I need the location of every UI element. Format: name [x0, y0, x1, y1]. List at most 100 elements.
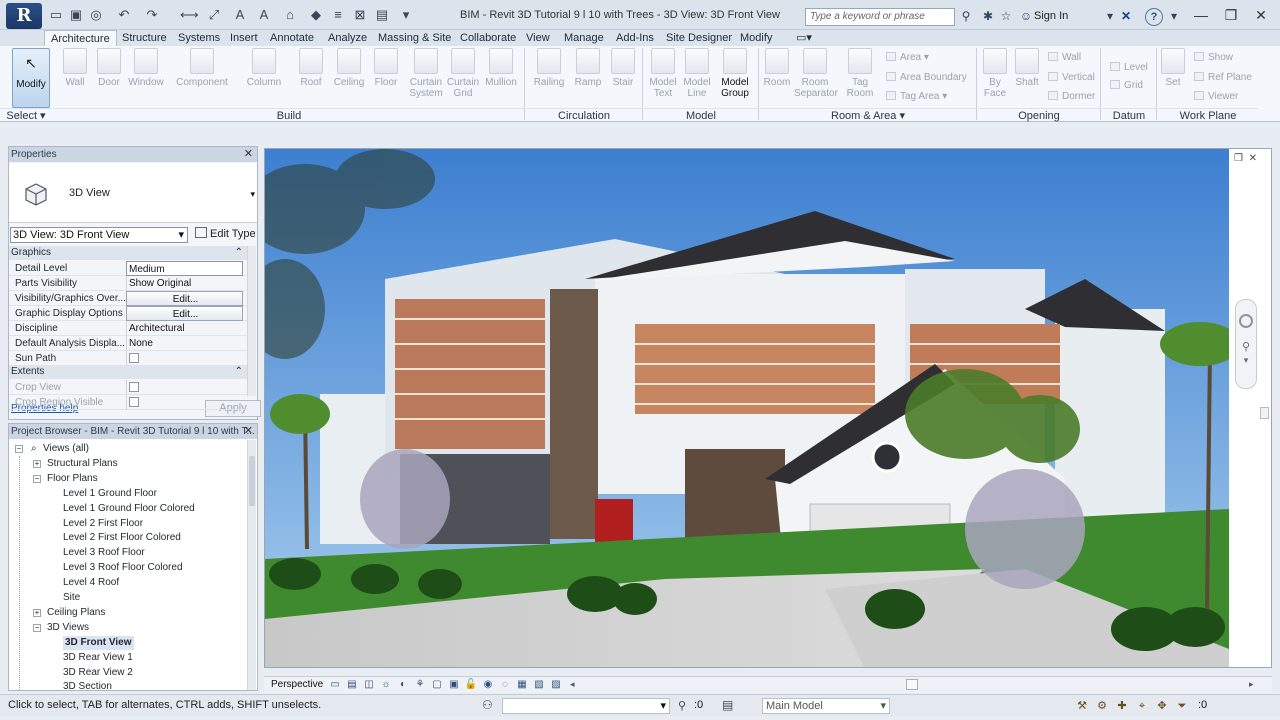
- checkbox[interactable]: [129, 397, 139, 407]
- text-icon[interactable]: A: [232, 7, 248, 23]
- editing-requests-icon[interactable]: ⚲: [678, 699, 686, 712]
- ref-plane-button[interactable]: Ref Plane: [1194, 72, 1252, 83]
- tab-modify[interactable]: Modify: [734, 30, 778, 46]
- close-hidden-icon[interactable]: ⊠: [352, 7, 368, 23]
- tab-analyze[interactable]: Analyze: [322, 30, 373, 46]
- visual-style-icon[interactable]: ◫: [362, 678, 376, 692]
- redo-icon[interactable]: ↷: [144, 7, 160, 23]
- scroll-right-icon[interactable]: ▸: [1249, 679, 1254, 690]
- open-icon[interactable]: ▭: [48, 7, 64, 23]
- floor-plan-item[interactable]: Level 2 First Floor Colored: [63, 531, 181, 545]
- customize-qat-icon[interactable]: ▾: [398, 7, 414, 23]
- type-selector[interactable]: 3D View ▾: [9, 163, 257, 223]
- sun-path-icon[interactable]: ☼: [379, 678, 393, 692]
- room-button[interactable]: Room: [762, 48, 792, 88]
- room-separator-button[interactable]: Room Separator: [794, 48, 838, 99]
- modify-button[interactable]: ↖ Modify: [12, 48, 50, 108]
- tag-room-button[interactable]: Tag Room: [842, 48, 878, 99]
- help-dropdown-icon[interactable]: ▾: [1166, 9, 1182, 23]
- section-icon[interactable]: ◆: [308, 7, 324, 23]
- 3d-views-node[interactable]: 3D Views: [47, 621, 89, 635]
- expand-icon[interactable]: +: [33, 459, 41, 468]
- scroll-thumb[interactable]: [249, 456, 255, 506]
- select-links-icon[interactable]: ⚒: [1074, 698, 1090, 714]
- save-icon[interactable]: ▣: [68, 7, 84, 23]
- close-icon[interactable]: ✕: [244, 424, 253, 439]
- tab-systems[interactable]: Systems: [172, 30, 226, 46]
- mullion-button[interactable]: Mullion: [482, 48, 520, 88]
- select-underlay-icon[interactable]: ⚙: [1094, 698, 1110, 714]
- sign-in-button[interactable]: Sign In: [1034, 10, 1068, 22]
- floor-plan-item[interactable]: Level 3 Roof Floor: [63, 546, 145, 560]
- set-button[interactable]: Set: [1160, 48, 1186, 88]
- checkbox[interactable]: [129, 353, 139, 363]
- property-value[interactable]: Medium: [126, 261, 243, 276]
- ramp-button[interactable]: Ramp: [572, 48, 604, 88]
- workset-selector[interactable]: ▾: [502, 698, 670, 714]
- user-icon[interactable]: ☺: [1018, 9, 1034, 23]
- drag-elements-icon[interactable]: ✥: [1154, 698, 1170, 714]
- ceiling-button[interactable]: Ceiling: [330, 48, 368, 88]
- subscription-icon[interactable]: ✱: [980, 9, 996, 23]
- tab-architecture[interactable]: Architecture: [44, 30, 117, 47]
- floor-plan-item[interactable]: Level 1 Ground Floor: [63, 487, 157, 501]
- 3d-viewport[interactable]: ❐ ✕ ⚲ ▾: [264, 148, 1272, 668]
- curtain-system-button[interactable]: Curtain System: [406, 48, 446, 99]
- reveal-hidden-icon[interactable]: ◌: [498, 678, 512, 692]
- opening-wall-button[interactable]: Wall: [1048, 52, 1081, 63]
- column-button[interactable]: Column: [244, 48, 284, 88]
- close-view-icon[interactable]: ✕: [1249, 153, 1257, 164]
- door-button[interactable]: Door: [94, 48, 124, 88]
- highlight-displacement-icon[interactable]: ▨: [549, 678, 563, 692]
- scale-icon[interactable]: ▭: [328, 678, 342, 692]
- filter-icon[interactable]: ⏷: [1174, 698, 1190, 714]
- sync-icon[interactable]: ◎: [88, 7, 104, 23]
- show-button[interactable]: Show: [1194, 52, 1233, 63]
- switch-windows-icon[interactable]: ▤: [374, 7, 390, 23]
- exchange-apps-icon[interactable]: ✕: [1118, 9, 1134, 23]
- railing-button[interactable]: Railing: [530, 48, 568, 88]
- 3d-view-item[interactable]: 3D Front View: [63, 635, 134, 650]
- tab-view[interactable]: View: [520, 30, 556, 46]
- tab-site-designer[interactable]: Site Designer: [660, 30, 738, 46]
- area-button[interactable]: Area ▾: [886, 52, 929, 63]
- worksets-icon[interactable]: ⚇: [482, 698, 493, 712]
- floor-plan-item[interactable]: Level 4 Roof: [63, 576, 119, 590]
- expand-icon[interactable]: +: [33, 608, 41, 617]
- structural-plans-node[interactable]: Structural Plans: [47, 457, 118, 471]
- tab-massing-site[interactable]: Massing & Site: [372, 30, 457, 46]
- restore-view-icon[interactable]: ❐: [1234, 153, 1243, 164]
- minimize-button[interactable]: —: [1186, 6, 1216, 24]
- select-by-face-icon[interactable]: ⌖: [1134, 698, 1150, 714]
- tab-annotate[interactable]: Annotate: [264, 30, 320, 46]
- show-crop-icon[interactable]: ▣: [447, 678, 461, 692]
- binoculars-icon[interactable]: ⚲: [958, 9, 974, 23]
- steering-wheel-icon[interactable]: [1239, 314, 1253, 328]
- views-all-node[interactable]: Views (all): [43, 442, 89, 456]
- model-text-button[interactable]: Model Text: [646, 48, 680, 99]
- floor-plan-item[interactable]: Site: [63, 591, 80, 605]
- help-button[interactable]: ?: [1145, 8, 1163, 26]
- tag-area-button[interactable]: Tag Area ▾: [886, 91, 947, 102]
- model-group-button[interactable]: Model Group: [716, 48, 754, 99]
- viewer-button[interactable]: Viewer: [1194, 91, 1238, 102]
- search-input[interactable]: Type a keyword or phrase: [805, 8, 955, 26]
- edit-button[interactable]: Edit...: [126, 291, 243, 306]
- design-options-icon[interactable]: ▤: [722, 698, 733, 712]
- component-button[interactable]: Component: [172, 48, 232, 88]
- crop-view-icon[interactable]: ▢: [430, 678, 444, 692]
- render-icon[interactable]: ⚘: [413, 678, 427, 692]
- grid-button[interactable]: Grid: [1110, 80, 1143, 91]
- zoom-icon[interactable]: ⚲: [1236, 340, 1256, 353]
- panel-room-area[interactable]: Room & Area ▾: [760, 108, 976, 122]
- analysis-display-icon[interactable]: ▧: [532, 678, 546, 692]
- thin-lines-icon[interactable]: ≡: [330, 7, 346, 23]
- edit-button[interactable]: Edit...: [126, 306, 243, 321]
- dimension-icon[interactable]: ⤢: [206, 7, 222, 23]
- view-instance-selector[interactable]: 3D View: 3D Front View ▾: [10, 227, 188, 243]
- tab-collaborate[interactable]: Collaborate: [454, 30, 522, 46]
- floor-plans-node[interactable]: Floor Plans: [47, 472, 98, 486]
- window-button[interactable]: Window: [126, 48, 166, 88]
- close-icon[interactable]: ✕: [244, 147, 253, 162]
- group-extents[interactable]: Extents ⌃: [9, 365, 247, 379]
